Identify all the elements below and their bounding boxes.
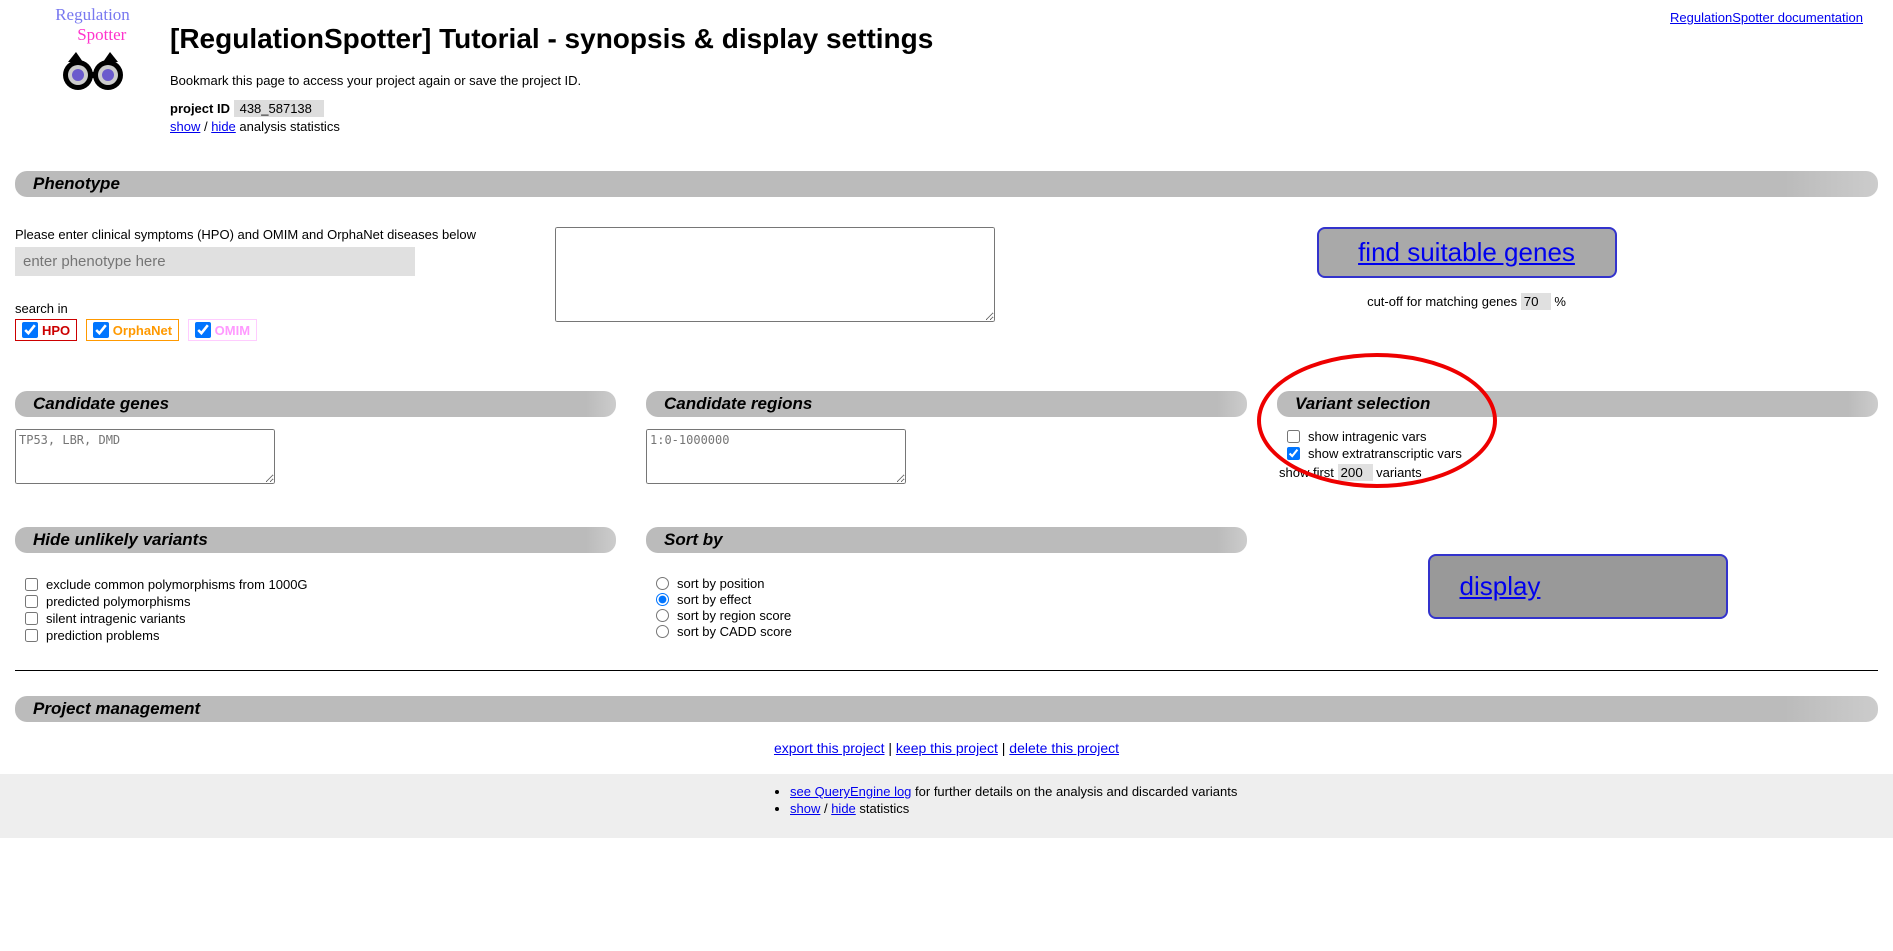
db-hpo-badge[interactable]: HPO (15, 319, 77, 341)
logo: Regulation Spotter (15, 5, 170, 104)
silent-intragenic-checkbox[interactable] (25, 612, 38, 625)
project-id-row: project ID 438_587138 (170, 100, 1878, 117)
sort-cadd-score-radio[interactable] (656, 625, 669, 638)
prediction-problems-checkbox[interactable] (25, 629, 38, 642)
subtitle: Bookmark this page to access your projec… (170, 73, 1878, 88)
predicted-poly-checkbox[interactable] (25, 595, 38, 608)
intragenic-checkbox[interactable] (1287, 430, 1300, 443)
hpo-checkbox[interactable] (22, 322, 38, 338)
section-hide-unlikely: Hide unlikely variants (15, 527, 616, 553)
hide-stats-link[interactable]: hide (211, 119, 236, 134)
cutoff-input[interactable] (1521, 293, 1551, 310)
logo-word-spotter: Spotter (77, 25, 126, 44)
section-phenotype: Phenotype (15, 171, 1878, 197)
search-in-label: search in (15, 301, 515, 316)
footer-hide-link[interactable]: hide (831, 801, 856, 816)
delete-project-link[interactable]: delete this project (1009, 740, 1119, 756)
cutoff-row: cut-off for matching genes % (1367, 293, 1566, 310)
section-candidate-regions: Candidate regions (646, 391, 1247, 417)
keep-project-link[interactable]: keep this project (896, 740, 998, 756)
documentation-link[interactable]: RegulationSpotter documentation (1670, 10, 1863, 25)
sort-position-radio[interactable] (656, 577, 669, 590)
db-orphanet-badge[interactable]: OrphaNet (86, 319, 179, 341)
section-project-management: Project management (15, 696, 1878, 722)
logo-word-regulation: Regulation (55, 5, 130, 24)
find-genes-button[interactable]: find suitable genes (1317, 227, 1617, 278)
db-omim-badge[interactable]: OMIM (188, 319, 257, 341)
section-variant-selection: Variant selection (1277, 391, 1878, 417)
project-id-value: 438_587138 (234, 100, 324, 117)
candidate-genes-textarea[interactable] (15, 429, 275, 484)
extratranscriptic-checkbox[interactable] (1287, 447, 1300, 460)
section-sort-by: Sort by (646, 527, 1247, 553)
logo-text: Regulation Spotter (55, 5, 130, 45)
phenotype-prompt: Please enter clinical symptoms (HPO) and… (15, 227, 515, 242)
export-project-link[interactable]: export this project (774, 740, 885, 756)
footer: see QueryEngine log for further details … (0, 774, 1893, 838)
show-stats-link[interactable]: show (170, 119, 200, 134)
queryengine-log-link[interactable]: see QueryEngine log (790, 784, 911, 799)
phenotype-textarea[interactable] (555, 227, 995, 322)
section-candidate-genes: Candidate genes (15, 391, 616, 417)
orphanet-checkbox[interactable] (93, 322, 109, 338)
page-title: [RegulationSpotter] Tutorial - synopsis … (170, 23, 1878, 55)
divider (15, 670, 1878, 671)
project-id-label: project ID (170, 101, 230, 116)
analysis-stats-suffix: analysis statistics (236, 119, 340, 134)
exclude-1000g-checkbox[interactable] (25, 578, 38, 591)
candidate-regions-textarea[interactable] (646, 429, 906, 484)
display-button[interactable]: display (1428, 554, 1728, 619)
extratranscriptic-label: show extratranscriptic vars (1308, 446, 1462, 461)
phenotype-input[interactable] (15, 247, 415, 276)
sort-region-score-radio[interactable] (656, 609, 669, 622)
show-first-row: show first variants (1279, 464, 1878, 481)
omim-checkbox[interactable] (195, 322, 211, 338)
intragenic-label: show intragenic vars (1308, 429, 1427, 444)
sort-effect-radio[interactable] (656, 593, 669, 606)
show-first-input[interactable] (1338, 464, 1373, 481)
footer-show-link[interactable]: show (790, 801, 820, 816)
binoculars-icon (58, 47, 128, 104)
